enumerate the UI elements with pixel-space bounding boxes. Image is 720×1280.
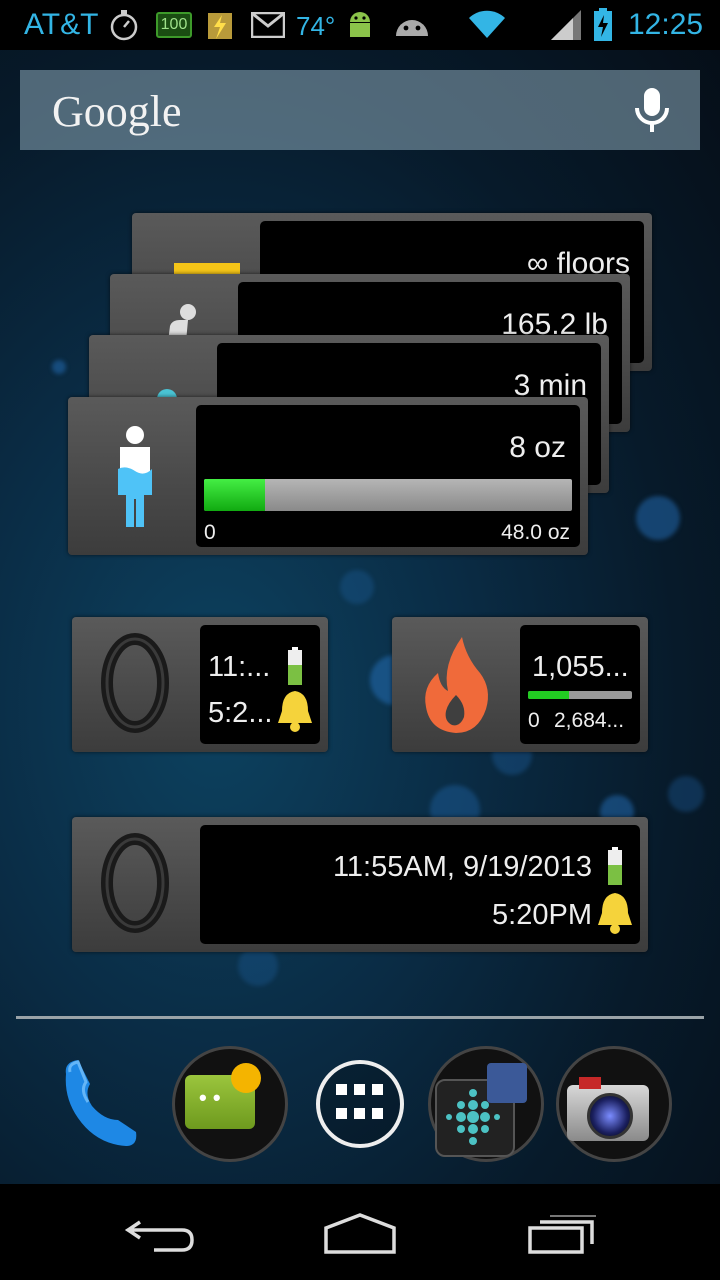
google-search-bar[interactable]: Google — [20, 70, 700, 150]
facebook-tile — [487, 1063, 527, 1103]
water-max-label: 48.0 oz — [501, 521, 570, 544]
calories-progress-fill — [528, 691, 569, 699]
alarm-bell-icon — [598, 893, 632, 934]
camera-flash — [579, 1077, 601, 1089]
phone-icon[interactable] — [56, 1054, 152, 1150]
stopwatch-icon — [108, 8, 140, 42]
navigation-bar — [0, 1184, 720, 1280]
clock-label: 12:25 — [628, 8, 704, 41]
flash-icon — [204, 8, 236, 42]
tracker-large-panel: 11:55AM, 9/19/2013 5:20PM — [200, 825, 640, 944]
battery-full-icon — [288, 647, 302, 685]
android-head-icon — [394, 8, 430, 42]
water-progress-fill — [204, 479, 266, 511]
grid-icon — [336, 1084, 383, 1119]
app-drawer-icon[interactable] — [316, 1060, 404, 1148]
tracker-small-panel: 11:... 5:2... — [200, 625, 320, 744]
status-bar: AT&T 100 74° 12:25 — [0, 0, 720, 50]
wifi-icon — [468, 8, 506, 42]
tracker-small-sync-time: 11:... — [208, 651, 271, 683]
water-panel: 8 oz 0 48.0 oz — [196, 405, 580, 547]
water-min-label: 0 — [204, 521, 216, 544]
fitbit-band-icon — [101, 833, 169, 933]
flame-icon — [425, 637, 488, 733]
battery-100-icon: 100 — [155, 8, 193, 42]
battery-icon — [592, 8, 614, 42]
gmail-icon — [250, 8, 286, 42]
camera-lens — [587, 1093, 633, 1139]
calories-progress-bar — [528, 691, 632, 699]
bokeh-light — [636, 496, 680, 540]
messaging-icon[interactable]: • • — [172, 1046, 288, 1162]
google-logo: Google — [52, 87, 182, 136]
mic-icon[interactable] — [632, 86, 672, 136]
bokeh-light — [238, 946, 278, 986]
tracker-small-alarm-time: 5:2... — [208, 697, 273, 729]
android-icon — [344, 8, 376, 42]
tracker-large-sync-time: 11:55AM, 9/19/2013 — [332, 851, 592, 883]
calories-value: 1,055... — [532, 651, 629, 683]
messaging-dots: • • — [199, 1085, 221, 1110]
bokeh-light — [340, 570, 374, 604]
calories-widget[interactable]: 1,055... 0 2,684... — [392, 617, 648, 752]
bokeh-light — [52, 360, 66, 374]
calories-panel: 1,055... 0 2,684... — [520, 625, 640, 744]
battery-full-icon — [608, 847, 622, 885]
home-icon[interactable] — [322, 1212, 398, 1256]
fitbit-icon[interactable] — [428, 1046, 544, 1162]
tracker-large-alarm-time: 5:20PM — [492, 899, 592, 931]
dock-divider — [16, 1016, 704, 1019]
calories-min-label: 0 — [528, 709, 540, 732]
temperature-label: 74° — [296, 11, 336, 41]
alarm-bell-icon — [278, 691, 312, 732]
water-progress-bar — [204, 479, 572, 511]
water-person-icon — [118, 426, 152, 527]
water-widget[interactable]: 8 oz 0 48.0 oz — [68, 397, 588, 555]
fitbit-band-icon — [101, 633, 169, 733]
battery-badge-label: 100 — [155, 12, 193, 38]
recents-icon[interactable] — [526, 1214, 598, 1254]
calories-max-label: 2,684... — [554, 709, 625, 732]
back-icon[interactable] — [124, 1214, 196, 1254]
carrier-label: AT&T — [24, 8, 99, 41]
tracker-large-widget[interactable]: 11:55AM, 9/19/2013 5:20PM — [72, 817, 648, 952]
camera-icon[interactable] — [556, 1046, 672, 1162]
messaging-back-dot — [231, 1063, 261, 1093]
water-value: 8 oz — [509, 431, 566, 464]
signal-icon — [548, 8, 584, 42]
bokeh-light — [668, 776, 704, 812]
tracker-small-widget[interactable]: 11:... 5:2... — [72, 617, 328, 752]
